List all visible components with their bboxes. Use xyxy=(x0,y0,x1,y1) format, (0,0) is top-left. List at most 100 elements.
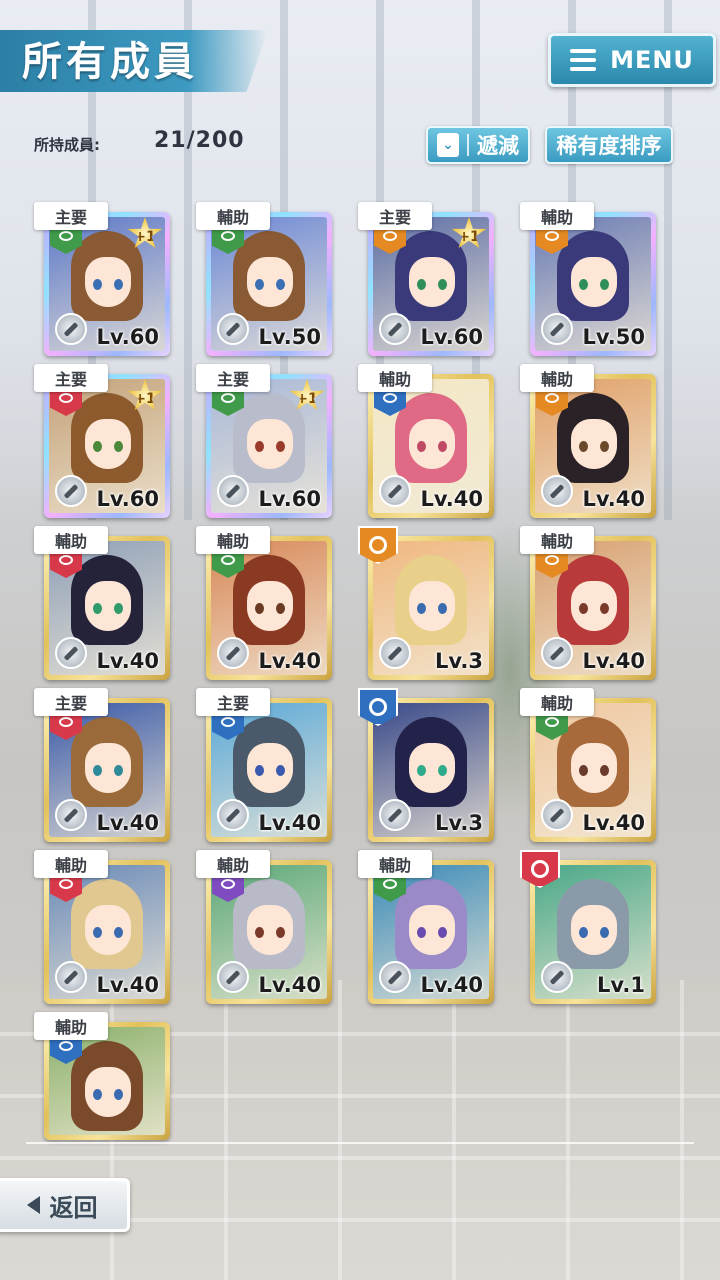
member-portrait: Lv.1 xyxy=(535,865,651,999)
member-level: Lv.60 xyxy=(258,487,321,511)
member-card[interactable]: Lv.3 xyxy=(354,686,494,844)
member-card[interactable]: Lv.40 輔助 xyxy=(516,686,656,844)
member-level: Lv.3 xyxy=(435,649,483,673)
weapon-type-icon xyxy=(217,475,249,507)
member-card[interactable]: Lv.40 輔助 xyxy=(516,524,656,682)
member-card[interactable]: Lv.3 xyxy=(354,524,494,682)
role-tag: 主要 xyxy=(196,688,270,716)
portrait-face xyxy=(247,581,293,631)
portrait-face xyxy=(571,905,617,955)
role-tag: 輔助 xyxy=(520,364,594,392)
portrait-eye xyxy=(93,441,102,452)
portrait-eye xyxy=(438,279,447,290)
role-tag: 輔助 xyxy=(34,850,108,878)
member-level: Lv.40 xyxy=(582,811,645,835)
role-tag: 輔助 xyxy=(520,526,594,554)
portrait-eye xyxy=(114,603,123,614)
member-card[interactable]: Lv.40 輔助 xyxy=(30,848,170,1006)
weapon-type-icon xyxy=(541,961,573,993)
portrait-face xyxy=(571,743,617,793)
member-card[interactable]: Lv.40 輔助 xyxy=(192,524,332,682)
portrait-eye xyxy=(417,603,426,614)
owned-members-count: 21/200 xyxy=(154,128,245,153)
portrait-eye xyxy=(114,765,123,776)
weapon-type-icon xyxy=(55,961,87,993)
role-tag: 輔助 xyxy=(520,202,594,230)
member-portrait: Lv.3 xyxy=(373,703,489,837)
weapon-type-icon xyxy=(55,799,87,831)
member-level: Lv.60 xyxy=(420,325,483,349)
back-button-label: 返回 xyxy=(49,1193,98,1222)
back-arrow-icon xyxy=(26,1196,40,1214)
portrait-eye xyxy=(579,279,588,290)
weapon-type-icon xyxy=(217,961,249,993)
portrait-face xyxy=(409,257,455,307)
role-tag: 輔助 xyxy=(520,688,594,716)
member-level: Lv.40 xyxy=(258,973,321,997)
sort-order-label: 遞減 xyxy=(477,134,519,158)
portrait-eye xyxy=(600,441,609,452)
weapon-type-icon xyxy=(217,313,249,345)
member-card[interactable]: +1 Lv.60 主要 xyxy=(354,200,494,358)
weapon-type-icon xyxy=(541,313,573,345)
member-card[interactable]: Lv.40 主要 xyxy=(30,686,170,844)
weapon-type-icon xyxy=(55,475,87,507)
portrait-eye xyxy=(600,603,609,614)
portrait-eye xyxy=(579,765,588,776)
weapon-type-icon xyxy=(379,475,411,507)
weapon-type-icon xyxy=(217,799,249,831)
member-card[interactable]: 輔助 xyxy=(30,1010,170,1168)
back-button[interactable]: 返回 xyxy=(0,1178,130,1232)
portrait-eye xyxy=(276,279,285,290)
portrait-eye xyxy=(114,1089,123,1100)
member-card[interactable]: Lv.40 輔助 xyxy=(192,848,332,1006)
portrait-eye xyxy=(438,441,447,452)
member-level: Lv.40 xyxy=(582,487,645,511)
role-tag: 主要 xyxy=(34,202,108,230)
menu-button[interactable]: MENU xyxy=(548,33,716,87)
member-level: Lv.40 xyxy=(96,649,159,673)
portrait-eye xyxy=(438,765,447,776)
role-tag: 輔助 xyxy=(196,526,270,554)
member-card[interactable]: Lv.40 輔助 xyxy=(30,524,170,682)
portrait-eye xyxy=(276,927,285,938)
member-card[interactable]: Lv.50 輔助 xyxy=(516,200,656,358)
portrait-eye xyxy=(579,441,588,452)
button-divider xyxy=(467,134,469,156)
member-card[interactable]: +1 Lv.60 主要 xyxy=(30,362,170,520)
weapon-type-icon xyxy=(541,637,573,669)
portrait-face xyxy=(85,257,131,307)
weapon-type-icon xyxy=(379,961,411,993)
member-card[interactable]: +1 Lv.60 主要 xyxy=(30,200,170,358)
owned-members-label: 所持成員: xyxy=(34,136,100,154)
portrait-eye xyxy=(600,927,609,938)
member-card[interactable]: Lv.50 輔助 xyxy=(192,200,332,358)
portrait-face xyxy=(571,257,617,307)
role-tag: 輔助 xyxy=(34,526,108,554)
portrait-eye xyxy=(276,765,285,776)
portrait-face xyxy=(85,1067,131,1117)
member-card[interactable]: Lv.1 xyxy=(516,848,656,1006)
member-card[interactable]: +1 Lv.60 主要 xyxy=(192,362,332,520)
portrait-face xyxy=(571,581,617,631)
portrait-face xyxy=(409,581,455,631)
member-card[interactable]: Lv.40 主要 xyxy=(192,686,332,844)
member-level: Lv.40 xyxy=(582,649,645,673)
portrait-eye xyxy=(438,927,447,938)
portrait-eye xyxy=(114,279,123,290)
member-level: Lv.40 xyxy=(420,973,483,997)
member-level: Lv.40 xyxy=(96,811,159,835)
member-portrait: Lv.3 xyxy=(373,541,489,675)
portrait-eye xyxy=(93,603,102,614)
hamburger-icon xyxy=(570,49,597,71)
member-card[interactable]: Lv.40 輔助 xyxy=(354,362,494,520)
member-grid: +1 Lv.60 主要 Lv.50 輔助 +1 Lv.60 主要 Lv.50 輔助 +1 Lv.60 主… xyxy=(30,200,690,1140)
portrait-eye xyxy=(438,603,447,614)
member-card[interactable]: Lv.40 輔助 xyxy=(516,362,656,520)
portrait-eye xyxy=(600,765,609,776)
member-card[interactable]: Lv.40 輔助 xyxy=(354,848,494,1006)
weapon-type-icon xyxy=(541,475,573,507)
rarity-sort-button[interactable]: 稀有度排序 xyxy=(545,126,673,164)
portrait-eye xyxy=(114,441,123,452)
sort-order-button[interactable]: ⌄ 遞減 xyxy=(426,126,530,164)
